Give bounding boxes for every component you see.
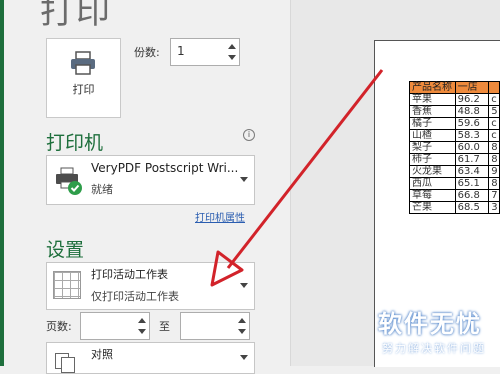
watermark-tagline: 努力解决软件问题 <box>382 342 486 355</box>
watermark-brand: 软件无忧 <box>378 310 482 338</box>
